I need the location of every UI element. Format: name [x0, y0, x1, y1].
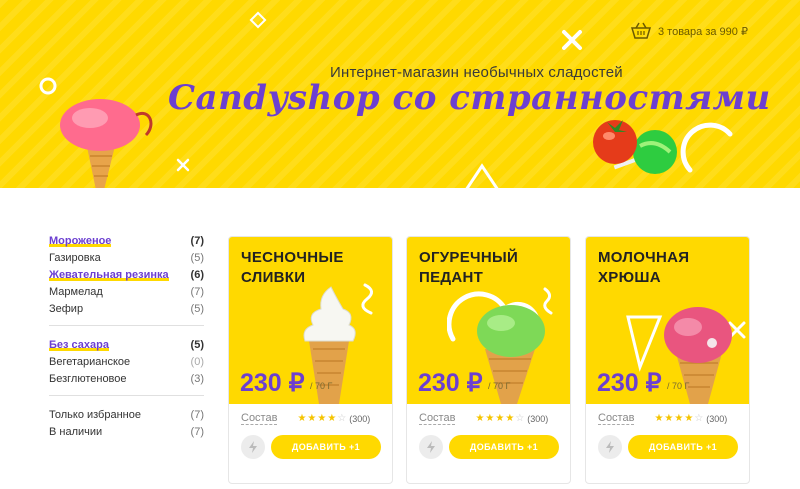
- cart-summary[interactable]: 3 товара за 990 ₽: [630, 22, 748, 40]
- filter-count: (0): [190, 355, 204, 368]
- star-empty-icon: ☆: [694, 413, 704, 424]
- cart-summary-text: 3 товара за 990 ₽: [658, 25, 748, 38]
- star-rating: ★ ★ ★ ★ ☆: [475, 413, 524, 424]
- star-empty-icon: ☆: [515, 413, 525, 424]
- filter-label: Зефир: [49, 302, 84, 315]
- filter-marmalade[interactable]: Мармелад (7): [49, 283, 204, 300]
- review-count: (300): [527, 413, 549, 424]
- filter-label: В наличии: [49, 425, 103, 438]
- product-image-area: Огуречный педант 230 ₽ / 70 Г: [407, 237, 570, 404]
- site-logo[interactable]: Candyshop со странностями: [168, 78, 771, 118]
- filter-label: Мороженое: [49, 234, 112, 247]
- product-footer: Состав ★ ★ ★ ★ ☆ (300) ДОБАВИТЬ +1: [229, 404, 392, 483]
- add-to-cart-button[interactable]: ДОБАВИТЬ +1: [271, 435, 381, 459]
- filter-group-availability: Только избранное (7) В наличии (7): [49, 406, 204, 448]
- add-to-cart-button[interactable]: ДОБАВИТЬ +1: [628, 435, 738, 459]
- site-header: 3 товара за 990 ₽ Интернет-магазин необы…: [0, 0, 800, 188]
- star-empty-icon: ☆: [337, 413, 347, 424]
- product-image-area: Молочная хрюша 230 ₽ / 70 Г: [586, 237, 749, 404]
- star-icon: ★: [505, 413, 515, 424]
- lightning-icon: [427, 441, 435, 453]
- basket-icon: [630, 22, 652, 39]
- star-rating: ★ ★ ★ ★ ☆: [297, 413, 346, 424]
- star-rating: ★ ★ ★ ★ ☆: [654, 413, 703, 424]
- decorative-cross-icon: [562, 30, 582, 50]
- product-image-area: Чесночные сливки 230 ₽ / 70 Г: [229, 237, 392, 404]
- decorative-diamond-icon: [249, 11, 267, 29]
- star-icon: ★: [317, 413, 327, 424]
- star-icon: ★: [674, 413, 684, 424]
- filter-soda[interactable]: Газировка (5): [49, 249, 204, 266]
- star-icon: ★: [485, 413, 495, 424]
- composition-link[interactable]: Состав: [419, 412, 456, 425]
- quick-buy-button[interactable]: [419, 435, 443, 459]
- star-icon: ★: [664, 413, 674, 424]
- filter-count: (7): [190, 425, 204, 438]
- filter-sugar-free[interactable]: Без сахара (5): [49, 336, 204, 353]
- product-card[interactable]: Огуречный педант 230 ₽ / 70 Г Состав ★ ★ ★…: [406, 236, 571, 484]
- filter-count: (7): [190, 408, 204, 421]
- product-unit: / 70 Г: [310, 381, 333, 391]
- filter-gluten-free[interactable]: Безглютеновое (3): [49, 370, 204, 387]
- lightning-icon: [606, 441, 614, 453]
- rating-row: Состав ★ ★ ★ ★ ☆ (300): [598, 412, 741, 425]
- product-footer: Состав ★ ★ ★ ★ ☆ (300) ДОБАВИТЬ +1: [586, 404, 749, 483]
- header-icecream-image: [60, 99, 153, 188]
- filter-icecream[interactable]: Мороженое (7): [49, 232, 204, 249]
- quick-buy-button[interactable]: [241, 435, 265, 459]
- filter-chewing-gum[interactable]: Жевательная резинка (6): [49, 266, 204, 283]
- filter-count: (5): [190, 251, 204, 264]
- product-price: 230 ₽: [418, 369, 483, 397]
- rating-row: Состав ★ ★ ★ ★ ☆ (300): [419, 412, 562, 425]
- filter-vegetarian[interactable]: Вегетарианское (0): [49, 353, 204, 370]
- review-count: (300): [349, 413, 371, 424]
- star-icon: ★: [495, 413, 505, 424]
- lightning-icon: [249, 441, 257, 453]
- filter-sidebar: Мороженое (7) Газировка (5) Жевательная ре…: [49, 232, 204, 458]
- composition-link[interactable]: Состав: [241, 412, 278, 425]
- product-price: 230 ₽: [240, 369, 305, 397]
- star-icon: ★: [307, 413, 317, 424]
- filter-count: (6): [190, 268, 204, 281]
- star-icon: ★: [327, 413, 337, 424]
- filter-label: Вегетарианское: [49, 355, 131, 368]
- add-to-cart-button[interactable]: ДОБАВИТЬ +1: [449, 435, 559, 459]
- product-title: Молочная хрюша: [598, 249, 690, 286]
- decorative-triangle-icon: [465, 163, 499, 188]
- filter-label: Газировка: [49, 251, 101, 264]
- product-price: 230 ₽: [597, 369, 662, 397]
- filter-label: Только избранное: [49, 408, 141, 421]
- filter-favorites-only[interactable]: Только избранное (7): [49, 406, 204, 423]
- filter-label: Мармелад: [49, 285, 103, 298]
- filter-count: (7): [190, 285, 204, 298]
- composition-link[interactable]: Состав: [598, 412, 635, 425]
- star-icon: ★: [684, 413, 694, 424]
- product-card[interactable]: Чесночные сливки 230 ₽ / 70 Г Состав ★ ★ ★…: [228, 236, 393, 484]
- star-icon: ★: [297, 413, 307, 424]
- star-icon: ★: [475, 413, 485, 424]
- filter-group-diet: Без сахара (5) Вегетарианское (0) Безглюте…: [49, 336, 204, 396]
- product-unit: / 70 Г: [667, 381, 690, 391]
- header-tomato-lollipop-image: [593, 120, 677, 174]
- filter-count: (3): [190, 372, 204, 385]
- product-card[interactable]: Молочная хрюша 230 ₽ / 70 Г Состав ★ ★ ★ ★ ☆…: [585, 236, 750, 484]
- filter-in-stock[interactable]: В наличии (7): [49, 423, 204, 440]
- product-unit: / 70 Г: [488, 381, 511, 391]
- filter-group-categories: Мороженое (7) Газировка (5) Жевательная ре…: [49, 232, 204, 326]
- filter-marshmallow[interactable]: Зефир (5): [49, 300, 204, 317]
- star-icon: ★: [654, 413, 664, 424]
- filter-label: Безглютеновое: [49, 372, 127, 385]
- product-footer: Состав ★ ★ ★ ★ ☆ (300) ДОБАВИТЬ +1: [407, 404, 570, 483]
- review-count: (300): [706, 413, 728, 424]
- filter-label: Без сахара: [49, 338, 109, 351]
- filter-count: (5): [190, 302, 204, 315]
- quick-buy-button[interactable]: [598, 435, 622, 459]
- rating-row: Состав ★ ★ ★ ★ ☆ (300): [241, 412, 384, 425]
- decorative-cross-small-icon: [176, 158, 190, 172]
- filter-count: (5): [190, 338, 204, 351]
- filter-label: Жевательная резинка: [49, 268, 169, 281]
- filter-count: (7): [190, 234, 204, 247]
